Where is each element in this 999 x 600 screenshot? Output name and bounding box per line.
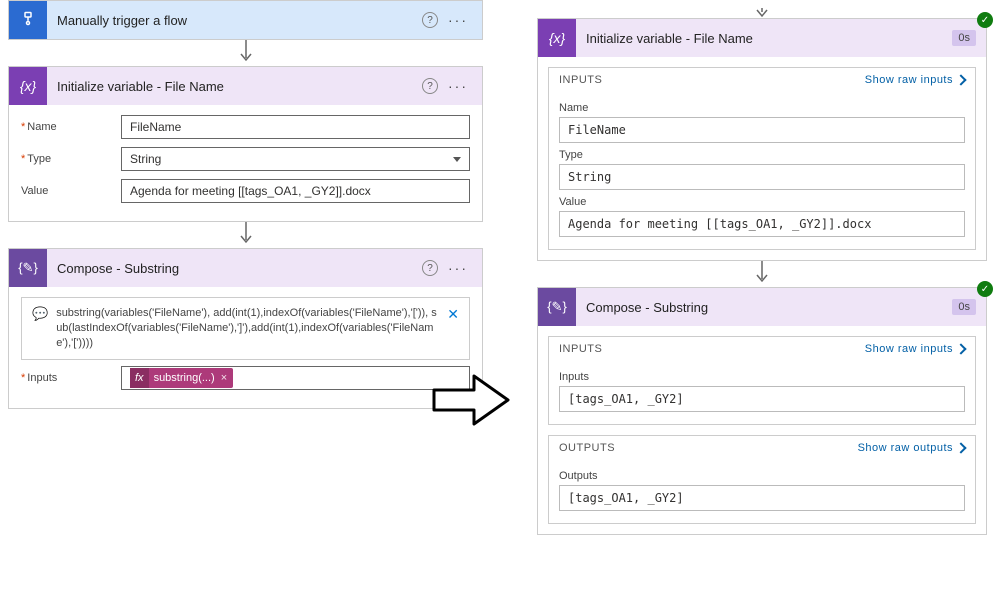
value-input[interactable]: Agenda for meeting [[tags_OA1, _GY2]].do…: [121, 179, 470, 203]
flow-arrow: [754, 8, 770, 18]
variable-icon: {x}: [9, 67, 47, 105]
name-label: Name: [559, 102, 965, 114]
inputs-section: INPUTS Show raw inputs Name FileName Typ…: [548, 67, 976, 250]
value-label: Value: [559, 196, 965, 208]
compose-header[interactable]: {✎} Compose - Substring ? ···: [9, 249, 482, 287]
init-var-title: Initialize variable - File Name: [57, 79, 422, 94]
compose-title: Compose - Substring: [57, 261, 422, 276]
help-icon[interactable]: ?: [422, 12, 438, 28]
compose-icon: {✎}: [538, 288, 576, 326]
value-value: Agenda for meeting [[tags_OA1, _GY2]].do…: [559, 211, 965, 237]
duration-badge: 0s: [952, 30, 976, 46]
type-label: Type: [21, 153, 121, 165]
section-title: INPUTS: [559, 343, 602, 355]
help-icon[interactable]: ?: [422, 260, 438, 276]
init-var-header[interactable]: {x} Initialize variable - File Name ? ··…: [9, 67, 482, 105]
section-title: INPUTS: [559, 74, 602, 86]
success-check-icon: ✓: [977, 12, 993, 28]
more-icon[interactable]: ···: [444, 12, 472, 28]
inputs-label: Inputs: [21, 372, 121, 384]
result-compose-header[interactable]: {✎} Compose - Substring 0s: [538, 288, 986, 326]
trigger-card[interactable]: Manually trigger a flow ? ···: [8, 0, 483, 40]
compose-icon: {✎}: [9, 249, 47, 287]
more-icon[interactable]: ···: [444, 260, 472, 276]
type-select[interactable]: String: [121, 147, 470, 171]
compose-card[interactable]: {✎} Compose - Substring ? ··· 💬 substrin…: [8, 248, 483, 409]
success-check-icon: ✓: [977, 281, 993, 297]
result-compose-card[interactable]: ✓ {✎} Compose - Substring 0s INPUTS Show…: [537, 287, 987, 535]
expression-tooltip: 💬 substring(variables('FileName'), add(i…: [21, 297, 470, 360]
outputs-label: Outputs: [559, 470, 965, 482]
result-compose-title: Compose - Substring: [586, 300, 952, 315]
name-input[interactable]: FileName: [121, 115, 470, 139]
inputs-field[interactable]: fx substring(...) ×: [121, 366, 470, 390]
chevron-right-icon: [955, 442, 966, 453]
outputs-section: OUTPUTS Show raw outputs Outputs [tags_O…: [548, 435, 976, 524]
name-value: FileName: [559, 117, 965, 143]
show-raw-inputs-link[interactable]: Show raw inputs: [865, 74, 965, 86]
variable-icon: {x}: [538, 19, 576, 57]
section-title: OUTPUTS: [559, 442, 615, 454]
trigger-header[interactable]: Manually trigger a flow ? ···: [9, 1, 482, 39]
show-raw-inputs-link[interactable]: Show raw inputs: [865, 343, 965, 355]
inputs-value: [tags_OA1, _GY2]: [559, 386, 965, 412]
result-init-header[interactable]: {x} Initialize variable - File Name 0s: [538, 19, 986, 57]
inputs-label: Inputs: [559, 371, 965, 383]
value-label: Value: [21, 185, 121, 197]
trigger-title: Manually trigger a flow: [57, 13, 422, 28]
duration-badge: 0s: [952, 299, 976, 315]
outputs-value: [tags_OA1, _GY2]: [559, 485, 965, 511]
compose-body: 💬 substring(variables('FileName'), add(i…: [9, 287, 482, 408]
type-label: Type: [559, 149, 965, 161]
help-icon[interactable]: ?: [422, 78, 438, 94]
close-icon[interactable]: ✕: [447, 306, 459, 323]
token-remove-icon[interactable]: ×: [221, 372, 227, 384]
big-arrow-icon: [432, 372, 512, 427]
token-label: substring(...): [154, 372, 215, 384]
expression-bubble-icon: 💬: [32, 306, 48, 322]
type-value: String: [559, 164, 965, 190]
trigger-icon: [9, 1, 47, 39]
expression-text: substring(variables('FileName'), add(int…: [56, 306, 439, 351]
fx-icon: fx: [130, 368, 149, 388]
inputs-section: INPUTS Show raw inputs Inputs [tags_OA1,…: [548, 336, 976, 425]
result-init-title: Initialize variable - File Name: [586, 31, 952, 46]
flow-arrow: [754, 261, 770, 287]
chevron-right-icon: [955, 343, 966, 354]
show-raw-outputs-link[interactable]: Show raw outputs: [858, 442, 965, 454]
flow-arrow: [238, 40, 254, 66]
result-init-card[interactable]: ✓ {x} Initialize variable - File Name 0s…: [537, 18, 987, 261]
name-label: Name: [21, 121, 121, 133]
expression-token[interactable]: fx substring(...) ×: [130, 368, 233, 388]
init-var-card[interactable]: {x} Initialize variable - File Name ? ··…: [8, 66, 483, 222]
init-var-body: Name FileName Type String Value Agenda f…: [9, 105, 482, 221]
more-icon[interactable]: ···: [444, 78, 472, 94]
flow-arrow: [238, 222, 254, 248]
chevron-right-icon: [955, 74, 966, 85]
